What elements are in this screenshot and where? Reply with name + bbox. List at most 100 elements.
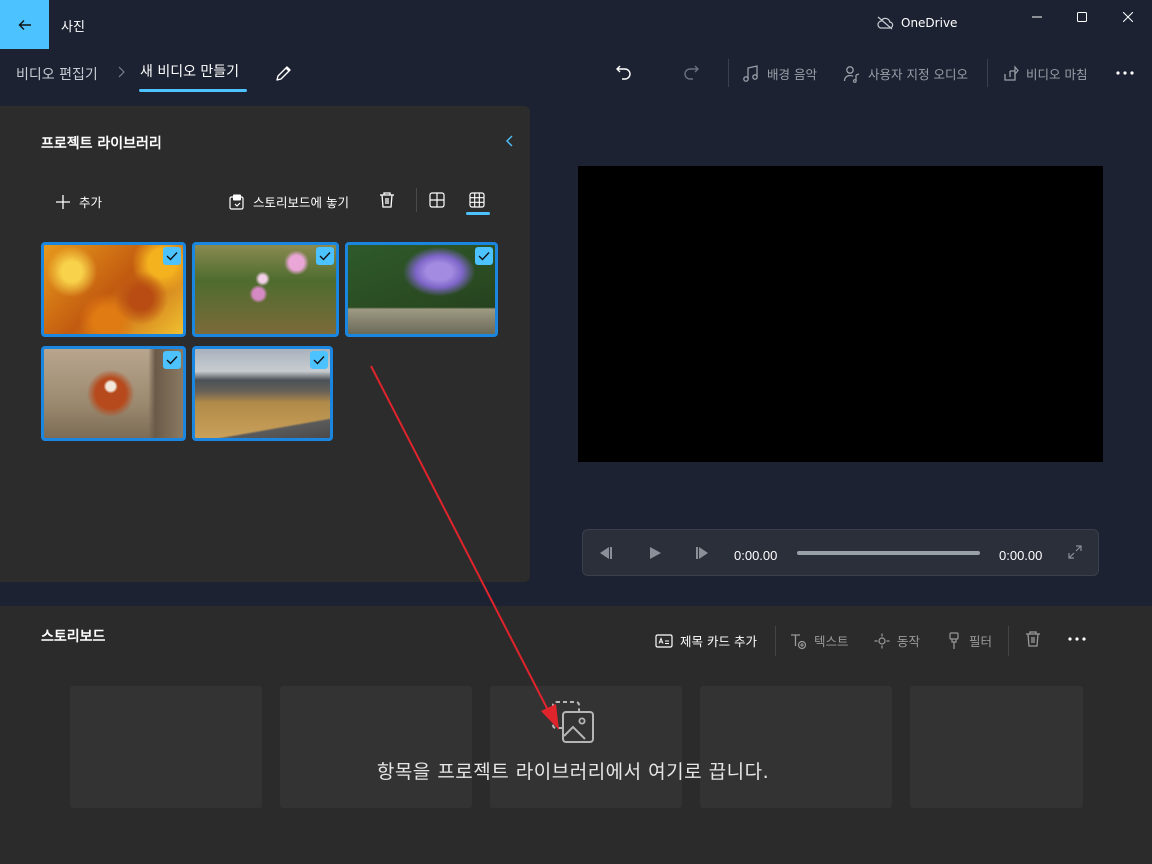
large-thumbnails-button[interactable] xyxy=(429,192,445,208)
skip-forward-icon xyxy=(696,547,708,559)
rename-button[interactable] xyxy=(274,63,294,83)
share-export-icon xyxy=(1004,64,1019,81)
total-time: 0:00.00 xyxy=(999,548,1043,563)
check-icon xyxy=(166,356,178,365)
fullscreen-button[interactable] xyxy=(1068,545,1082,559)
breadcrumb-video-editor[interactable]: 비디오 편집기 xyxy=(16,64,98,84)
undo-icon xyxy=(616,65,631,80)
cloud-off-icon xyxy=(877,16,894,30)
check-icon xyxy=(166,252,178,261)
back-button[interactable] xyxy=(0,0,49,49)
plus-icon xyxy=(56,194,70,209)
library-item-wildflowers[interactable] xyxy=(192,242,339,337)
motion-label: 동작 xyxy=(897,634,921,649)
more-icon xyxy=(1116,71,1134,75)
filters-button[interactable]: 필터 xyxy=(946,631,992,650)
pencil-icon xyxy=(276,66,291,81)
step-back-button[interactable] xyxy=(597,545,613,561)
tab-underline xyxy=(139,89,247,92)
step-forward-button[interactable] xyxy=(695,545,711,561)
delete-media-button[interactable] xyxy=(378,191,396,209)
custom-audio-button[interactable]: 사용자 지정 오디오 xyxy=(843,64,968,83)
more-options-button[interactable] xyxy=(1116,71,1134,75)
onedrive-status[interactable]: OneDrive xyxy=(876,16,957,30)
place-in-storyboard-label: 스토리보드에 놓기 xyxy=(253,195,349,210)
selected-checkbox[interactable] xyxy=(163,247,181,265)
selected-checkbox[interactable] xyxy=(163,351,181,369)
library-item-mountain-road[interactable] xyxy=(192,346,333,441)
add-title-card-button[interactable]: 제목 카드 추가 xyxy=(655,631,757,650)
redo-icon xyxy=(684,65,699,80)
toolbar-divider xyxy=(987,59,988,87)
onedrive-label: OneDrive xyxy=(901,16,958,30)
storyboard-place-icon xyxy=(229,194,244,210)
current-time: 0:00.00 xyxy=(734,548,778,563)
chevron-right-icon xyxy=(116,64,128,80)
minimize-button[interactable] xyxy=(1014,0,1060,34)
person-audio-icon xyxy=(843,65,860,83)
grid-small-icon xyxy=(469,192,485,208)
finish-video-button[interactable]: 비디오 마침 xyxy=(1001,64,1087,83)
grid-large-icon xyxy=(429,192,445,208)
trash-icon xyxy=(380,192,394,208)
background-music-button[interactable]: 배경 음악 xyxy=(742,64,817,83)
library-item-red-panda[interactable] xyxy=(41,346,186,441)
storyboard-slot[interactable] xyxy=(700,686,892,808)
minimize-icon xyxy=(1032,16,1042,18)
check-icon xyxy=(478,252,490,261)
place-in-storyboard-button[interactable]: 스토리보드에 놓기 xyxy=(229,192,349,211)
storyboard-slot[interactable] xyxy=(910,686,1083,808)
filters-label: 필터 xyxy=(969,634,993,649)
toolbar-divider xyxy=(728,59,729,87)
redo-button[interactable] xyxy=(681,62,701,82)
maximize-icon xyxy=(1077,12,1087,22)
selected-checkbox[interactable] xyxy=(316,247,334,265)
library-item-autumn-leaves[interactable] xyxy=(41,242,186,337)
library-toolbar-divider xyxy=(416,188,417,212)
fullscreen-icon xyxy=(1068,545,1082,559)
text-label: 텍스트 xyxy=(814,634,849,649)
collapse-library-button[interactable] xyxy=(504,134,516,148)
background-music-label: 배경 음악 xyxy=(767,67,817,82)
project-library-panel xyxy=(0,106,530,582)
undo-button[interactable] xyxy=(614,62,634,82)
chevron-left-icon xyxy=(506,135,513,147)
close-button[interactable] xyxy=(1105,0,1151,34)
add-media-label: 추가 xyxy=(79,195,103,210)
custom-audio-label: 사용자 지정 오디오 xyxy=(868,67,968,82)
seek-slider[interactable] xyxy=(797,551,980,555)
library-item-water-hyacinth[interactable] xyxy=(345,242,498,337)
trash-icon xyxy=(1026,631,1040,647)
storyboard-slot[interactable] xyxy=(70,686,262,808)
storyboard-delete-button[interactable] xyxy=(1024,630,1042,648)
view-mode-indicator xyxy=(466,212,490,215)
close-icon xyxy=(1123,12,1133,22)
music-note-icon xyxy=(743,64,758,82)
title-bar xyxy=(0,0,1152,48)
small-thumbnails-button[interactable] xyxy=(469,192,485,208)
storyboard-slot[interactable] xyxy=(280,686,472,808)
project-library-title: 프로젝트 라이브러리 xyxy=(41,136,162,152)
selected-checkbox[interactable] xyxy=(310,351,328,369)
back-arrow-icon xyxy=(18,19,31,30)
storyboard-empty-message: 항목을 프로젝트 라이브러리에서 여기로 끕니다. xyxy=(376,761,770,783)
image-stack-icon xyxy=(551,700,595,744)
finish-video-label: 비디오 마침 xyxy=(1026,67,1088,82)
check-icon xyxy=(319,252,331,261)
app-title: 사진 xyxy=(61,20,85,35)
storyboard-title: 스토리보드 xyxy=(41,629,106,645)
play-icon xyxy=(650,547,661,559)
add-media-button[interactable]: 추가 xyxy=(56,192,102,211)
selected-checkbox[interactable] xyxy=(475,247,493,265)
project-title: 새 비디오 만들기 xyxy=(140,64,240,80)
more-icon xyxy=(1068,637,1086,641)
storyboard-more-button[interactable] xyxy=(1068,637,1086,641)
skip-back-icon xyxy=(600,547,612,559)
motion-button[interactable]: 동작 xyxy=(874,631,920,650)
check-icon xyxy=(313,356,325,365)
motion-icon xyxy=(874,633,890,648)
maximize-button[interactable] xyxy=(1059,0,1105,34)
text-icon xyxy=(791,633,807,649)
play-button[interactable] xyxy=(647,545,663,561)
text-button[interactable]: 텍스트 xyxy=(789,631,849,650)
